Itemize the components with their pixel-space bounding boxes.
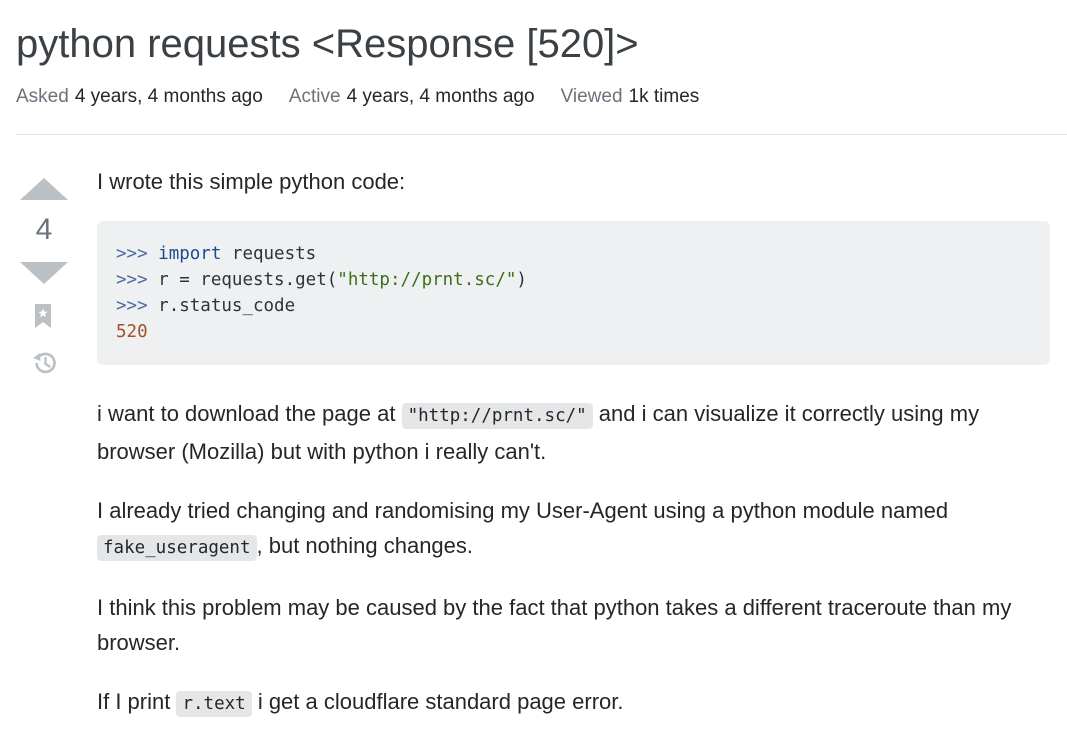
active-value[interactable]: 4 years, 4 months ago bbox=[347, 86, 535, 107]
vote-column: 4 bbox=[16, 170, 72, 378]
history-icon bbox=[33, 352, 56, 374]
code-line: 520 bbox=[116, 322, 148, 342]
active-label: Active bbox=[288, 86, 341, 107]
upvote-button[interactable] bbox=[16, 170, 72, 204]
body-paragraph: i want to download the page at "http://p… bbox=[97, 401, 980, 464]
code-line: >>> r.status_code bbox=[116, 296, 296, 316]
downvote-button[interactable] bbox=[16, 256, 72, 290]
asked-label: Asked bbox=[16, 86, 69, 107]
body-paragraph: I think this problem may be caused by th… bbox=[97, 595, 1012, 655]
history-button[interactable] bbox=[16, 344, 72, 378]
question-meta: Asked 4 years, 4 months ago Active 4 years,… bbox=[16, 84, 725, 110]
question-title[interactable]: python requests <Response [520]> bbox=[16, 18, 639, 70]
header-divider bbox=[16, 134, 1067, 135]
code-block: >>> import requests >>> r = requests.get(… bbox=[97, 221, 1050, 365]
caret-down-icon bbox=[20, 262, 68, 284]
code-line: >>> import requests bbox=[116, 244, 317, 264]
caret-up-icon bbox=[20, 178, 68, 200]
viewed-label: Viewed bbox=[560, 86, 623, 107]
vote-count: 4 bbox=[35, 213, 53, 246]
code-line: >>> r = requests.get("http://prnt.sc/") bbox=[116, 270, 527, 290]
question-page: python requests <Response [520]> Asked 4 … bbox=[0, 0, 1067, 732]
bookmark-button[interactable] bbox=[16, 298, 72, 332]
inline-code: "http://prnt.sc/" bbox=[401, 403, 593, 429]
bookmark-icon bbox=[35, 304, 51, 328]
body-paragraph: If I print r.text i get a cloudflare sta… bbox=[97, 684, 1050, 722]
inline-code: r.text bbox=[176, 691, 252, 717]
body-intro: I wrote this simple python code: bbox=[97, 169, 406, 194]
body-paragraph: I already tried changing and randomising… bbox=[97, 493, 1050, 566]
inline-code: fake_useragent bbox=[97, 535, 257, 561]
asked-value[interactable]: 4 years, 4 months ago bbox=[75, 86, 263, 107]
question-body: I wrote this simple python code: >>> imp… bbox=[97, 160, 1050, 722]
viewed-value: 1k times bbox=[628, 86, 700, 107]
